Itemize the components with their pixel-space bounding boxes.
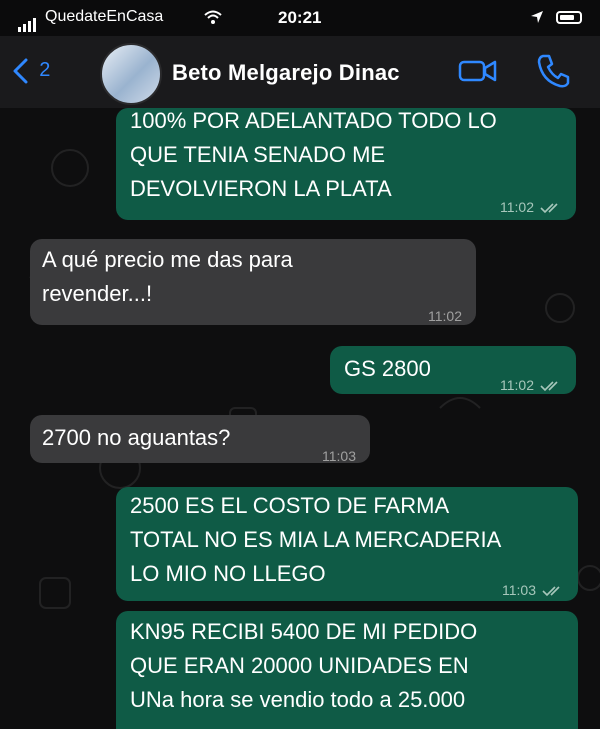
- carrier-name: QuedateEnCasa: [45, 8, 164, 25]
- back-button[interactable]: 2: [12, 54, 50, 85]
- message-text: 2500 ES EL COSTO DE FARMA TOTAL NO ES MIA…: [130, 493, 502, 586]
- contact-name[interactable]: Beto Melgarejo Dinac: [172, 60, 400, 86]
- message-bubble-outgoing[interactable]: 100% POR ADELANTADO TODO LO QUE TENIA SEN…: [116, 108, 576, 220]
- video-call-icon[interactable]: [458, 58, 498, 89]
- phone-call-icon[interactable]: [536, 53, 570, 94]
- message-time: 11:03: [322, 448, 356, 464]
- message-meta: 11:02: [500, 190, 562, 224]
- message-list[interactable]: 100% POR ADELANTADO TODO LO QUE TENIA SEN…: [0, 108, 600, 729]
- status-bar: QuedateEnCasa 20:21: [0, 0, 600, 36]
- message-text: 2700 no aguantas?: [42, 425, 231, 450]
- message-text: 100% POR ADELANTADO TODO LO QUE TENIA SEN…: [130, 108, 497, 201]
- unread-count: 2: [39, 59, 51, 81]
- message-time: 11:02: [500, 199, 534, 215]
- battery-icon: [556, 11, 582, 24]
- message-text: KN95 RECIBI 5400 DE MI PEDIDO QUE ERAN 20…: [130, 619, 478, 712]
- wifi-icon: [203, 9, 223, 30]
- chevron-left-icon: [12, 54, 35, 84]
- message-text: A qué precio me das para revender...!: [42, 247, 293, 306]
- message-meta: 11:02: [500, 368, 562, 402]
- message-time: 11:02: [428, 308, 462, 324]
- read-ticks-icon: [542, 575, 564, 609]
- message-meta: 11:03: [502, 573, 564, 607]
- location-arrow-icon: [530, 9, 544, 29]
- message-bubble-outgoing[interactable]: KN95 RECIBI 5400 DE MI PEDIDO QUE ERAN 20…: [116, 611, 578, 729]
- message-bubble-incoming[interactable]: 2700 no aguantas? 11:03: [30, 415, 370, 464]
- message-bubble-incoming[interactable]: A qué precio me das para revender...! 11:…: [30, 239, 476, 325]
- message-time: 11:02: [500, 377, 534, 393]
- clock: 20:21: [278, 8, 322, 27]
- cellular-signal-icon: [18, 12, 38, 32]
- message-bubble-outgoing[interactable]: GS 2800 11:02: [330, 346, 576, 394]
- message-bubble-outgoing[interactable]: 2500 ES EL COSTO DE FARMA TOTAL NO ES MIA…: [116, 487, 578, 601]
- message-time: 11:03: [502, 582, 536, 598]
- read-ticks-icon: [540, 370, 562, 404]
- message-text: GS 2800: [344, 356, 431, 381]
- chat-header: 2 Beto Melgarejo Dinac: [0, 36, 600, 108]
- contact-avatar[interactable]: [100, 43, 162, 105]
- read-ticks-icon: [540, 192, 562, 226]
